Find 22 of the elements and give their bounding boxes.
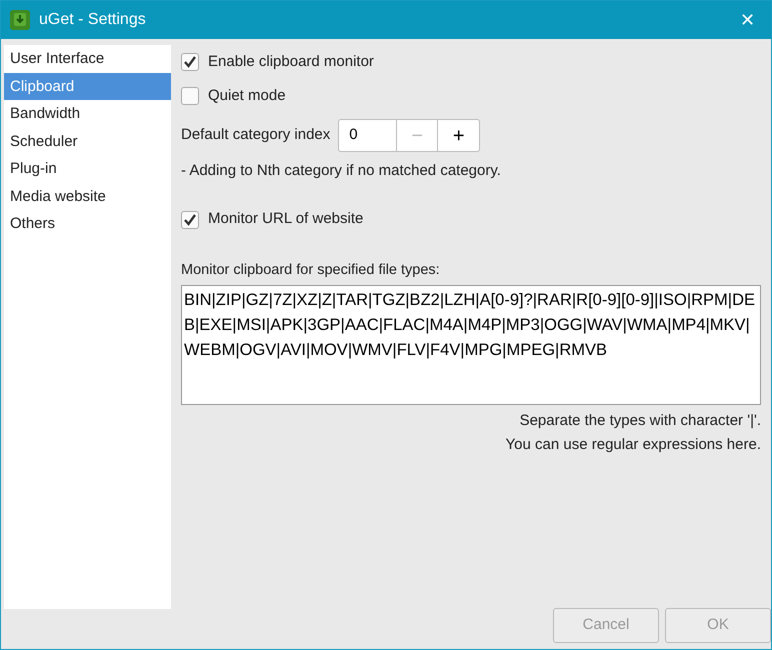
sidebar-item[interactable]: Media website — [4, 182, 171, 210]
sidebar-item[interactable]: Others — [4, 210, 171, 238]
file-types-field[interactable]: BIN|ZIP|GZ|7Z|XZ|Z|TAR|TGZ|BZ2|LZH|A[0-9]?|RAR|R[0-9][0-9]|ISO|RPM|DEB|EXE|MSI|APK|3GP|AAC|FLAC|M4A|M4P|MP3|OGG|WAV|WMA|MP4|MKV|WEBM|OGV|AVI|MOV|WMV|FLV|F4V|MPG|MPEG|RMVB — [181, 285, 761, 406]
checkbox-label[interactable]: Monitor URL of website — [208, 208, 364, 231]
checkbox[interactable] — [181, 53, 199, 71]
field-label: Default category index — [181, 125, 330, 146]
checkbox-label[interactable]: Quiet mode — [208, 84, 286, 108]
sidebar-item[interactable]: Plug-in — [4, 155, 171, 182]
checkbox-label[interactable]: Enable clipboard monitor — [208, 50, 374, 74]
sidebar-item[interactable]: Scheduler — [4, 128, 171, 155]
hint-text: - Adding to Nth category if no matched category. — [181, 161, 502, 181]
checkbox[interactable] — [181, 87, 199, 105]
sidebar-item[interactable]: User Interface — [4, 45, 171, 72]
note-text: You can use regular expressions here. — [504, 435, 761, 456]
sidebar-item[interactable]: Bandwidth — [4, 100, 171, 128]
increment-button[interactable]: + — [438, 119, 480, 152]
window-title: uGet - Settings — [39, 10, 146, 30]
field-label: Monitor clipboard for specified file types: — [181, 260, 441, 280]
checkbox[interactable] — [181, 210, 199, 228]
number-field[interactable]: 0 — [338, 119, 396, 152]
app-icon — [9, 9, 31, 31]
note-text: Separate the types with character '|'. — [518, 411, 761, 432]
